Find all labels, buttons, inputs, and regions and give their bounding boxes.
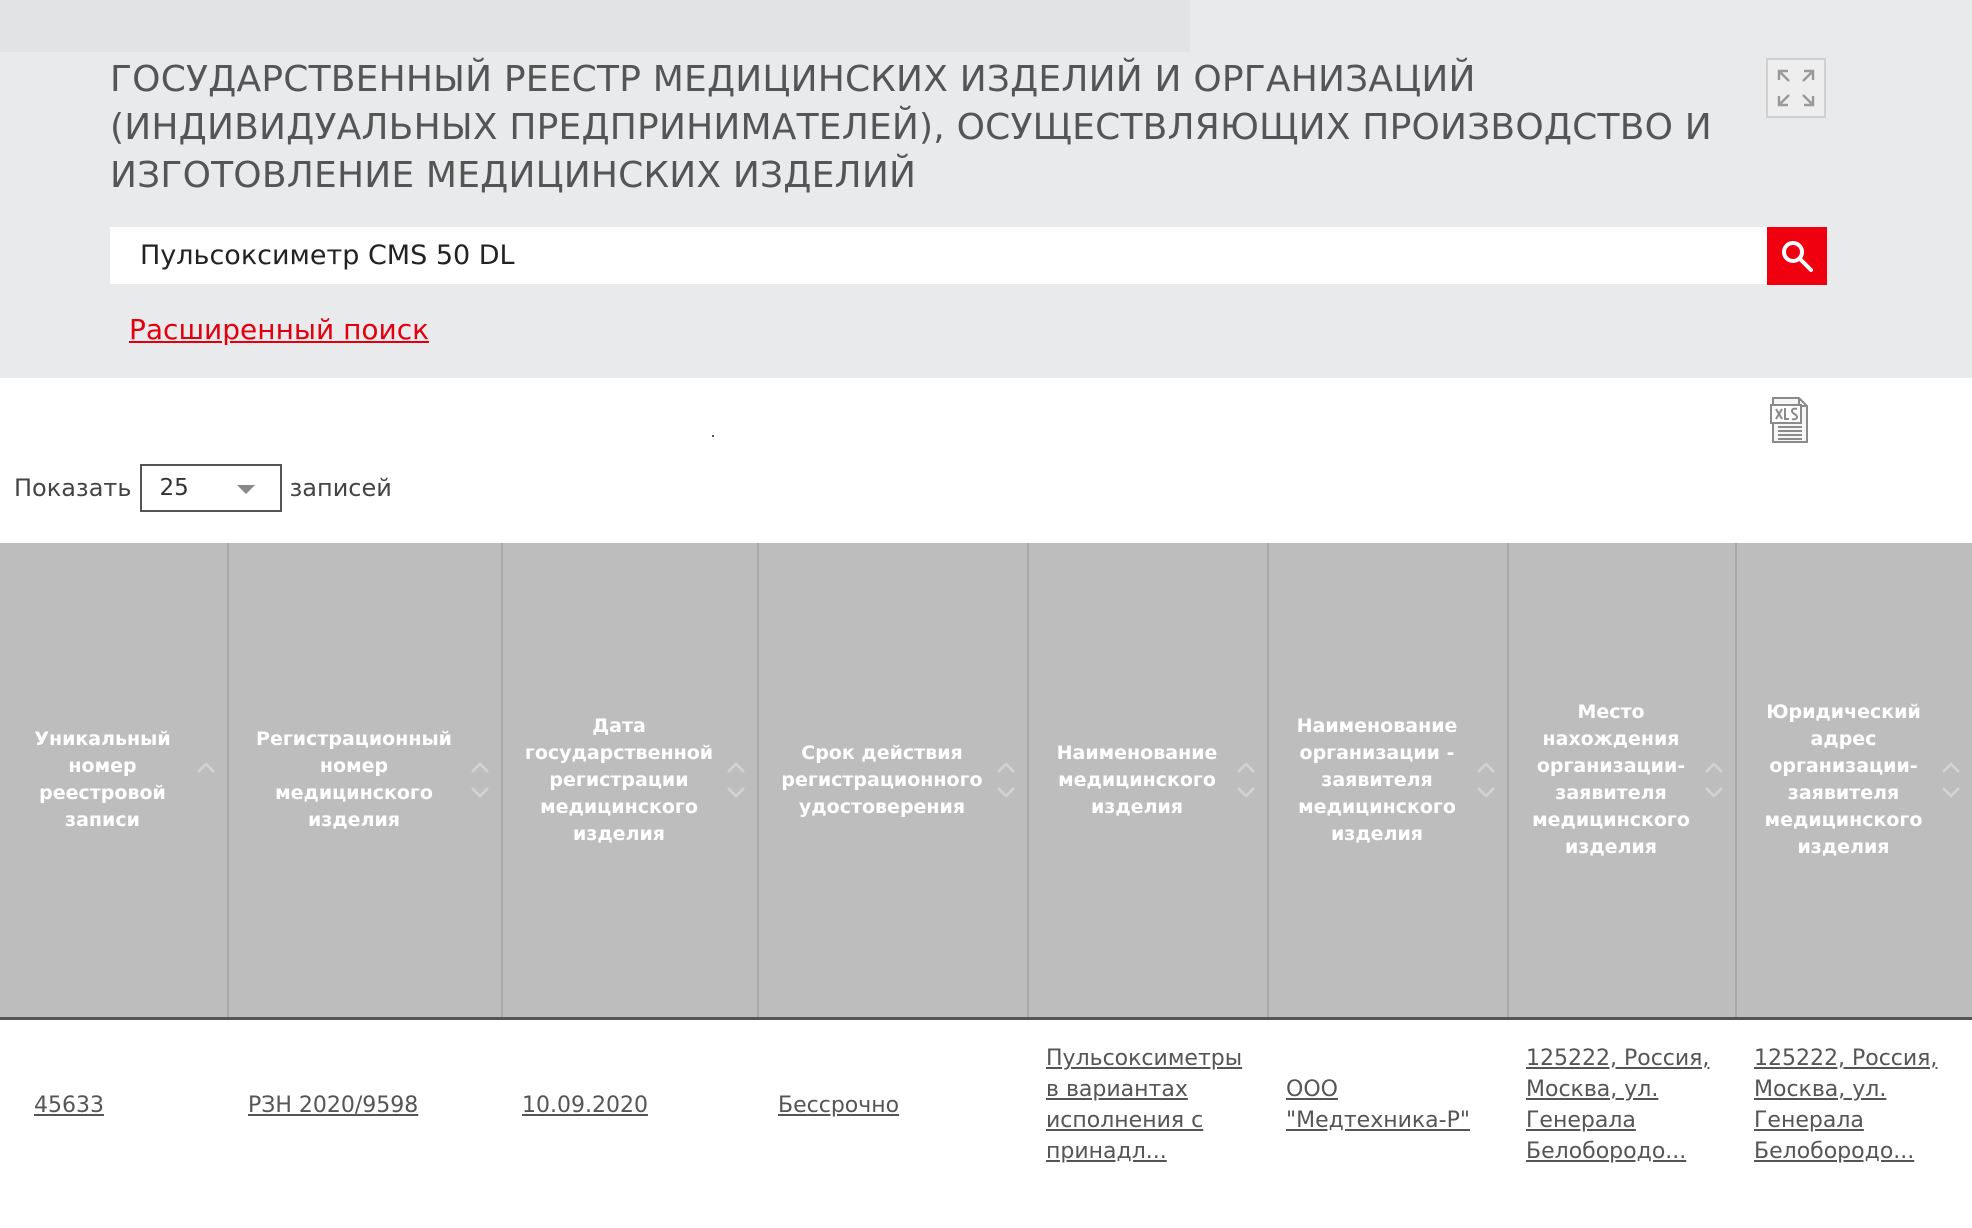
table-cell: Пульсоксиметры в вариантах исполнения с … [1028, 1018, 1268, 1190]
sort-icon [727, 762, 745, 798]
table-cell: Бессрочно [758, 1018, 1028, 1190]
table-cell: 10.09.2020 [502, 1018, 758, 1190]
fullscreen-icon [1777, 69, 1815, 107]
table-cell: 125222, Россия, Москва, ул. Генерала Бел… [1736, 1018, 1972, 1190]
sort-icon [1237, 762, 1255, 798]
record-number-link[interactable]: 45633 [34, 1093, 104, 1118]
column-header-label: Срок действия регистрационного удостовер… [781, 741, 983, 818]
search-icon [1782, 241, 1813, 272]
table-cell: 125222, Россия, Москва, ул. Генерала Бел… [1508, 1018, 1736, 1190]
column-header-registration-date[interactable]: Дата государственной регистрации медицин… [502, 543, 759, 1020]
registration-date-link[interactable]: 10.09.2020 [522, 1093, 648, 1118]
fullscreen-button[interactable] [1766, 58, 1826, 118]
page-title: ГОСУДАРСТВЕННЫЙ РЕЕСТР МЕДИЦИНСКИХ ИЗДЕЛ… [110, 56, 1712, 200]
registration-number-link[interactable]: РЗН 2020/9598 [248, 1093, 418, 1118]
validity-link[interactable]: Бессрочно [778, 1093, 899, 1118]
sort-icon [1477, 762, 1495, 798]
column-header-label: Дата государственной регистрации медицин… [524, 714, 714, 845]
applicant-location-link[interactable]: 125222, Россия, Москва, ул. Генерала Бел… [1526, 1046, 1709, 1164]
page-length-label: Показать [14, 474, 132, 502]
column-header-registration-number[interactable]: Регистрационный номер медицинского издел… [228, 543, 503, 1020]
table-row: 45633 РЗН 2020/9598 10.09.2020 Бессрочно… [0, 1018, 1972, 1190]
column-header-validity[interactable]: Срок действия регистрационного удостовер… [758, 543, 1029, 1020]
chevron-down-icon [236, 485, 255, 494]
table-header-row: Уникальный номер реестровой записи Регис… [0, 543, 1972, 1020]
page-length-suffix: записей [289, 474, 392, 502]
top-strip [0, 0, 1190, 52]
column-header-label: Место нахождения организации-заявителя м… [1532, 701, 1690, 858]
sort-icon [471, 762, 489, 798]
page-title-line: ГОСУДАРСТВЕННЫЙ РЕЕСТР МЕДИЦИНСКИХ ИЗДЕЛ… [110, 59, 1476, 100]
advanced-search-link[interactable]: Расширенный поиск [129, 313, 429, 346]
xls-export-icon[interactable] [1769, 396, 1811, 444]
search-button[interactable] [1767, 227, 1827, 285]
column-header-label: Уникальный номер реестровой записи [34, 728, 171, 831]
column-header-label: Наименование медицинского изделия [1056, 741, 1218, 818]
sort-asc-icon [197, 762, 215, 773]
device-name-link[interactable]: Пульсоксиметры в вариантах исполнения с … [1046, 1046, 1242, 1164]
column-header-label: Регистрационный номер медицинского издел… [256, 728, 452, 831]
registry-table: Уникальный номер реестровой записи Регис… [0, 543, 1972, 1190]
sort-icon [1942, 762, 1960, 798]
page-title-line: (ИНДИВИДУАЛЬНЫХ ПРЕДПРИНИМАТЕЛЕЙ), ОСУЩЕ… [110, 107, 1712, 148]
legal-address-link[interactable]: 125222, Россия, Москва, ул. Генерала Бел… [1754, 1046, 1937, 1164]
page-length-value: 25 [159, 475, 189, 501]
column-header-applicant-location[interactable]: Место нахождения организации-заявителя м… [1508, 543, 1737, 1020]
stray-dot [712, 435, 714, 437]
page-length-select[interactable]: 25 [139, 464, 282, 512]
column-header-legal-address[interactable]: Юридический адрес организации-заявителя … [1736, 543, 1972, 1020]
search-input[interactable] [110, 227, 1767, 284]
table-cell: ООО "Медтехника-Р" [1268, 1018, 1508, 1190]
table-cell: 45633 [0, 1018, 228, 1190]
applicant-name-link[interactable]: ООО "Медтехника-Р" [1286, 1077, 1470, 1133]
column-header-applicant-name[interactable]: Наименование организации - заявителя мед… [1268, 543, 1509, 1020]
column-header-label: Наименование организации - заявителя мед… [1296, 714, 1458, 845]
column-header-label: Юридический адрес организации-заявителя … [1764, 701, 1923, 858]
column-header-unique-number[interactable]: Уникальный номер реестровой записи [0, 543, 229, 1020]
sort-icon [997, 762, 1015, 798]
table-cell: РЗН 2020/9598 [228, 1018, 502, 1190]
sort-icon [1705, 762, 1723, 798]
page-length-control: Показать 25 записей [14, 464, 392, 512]
column-header-device-name[interactable]: Наименование медицинского изделия [1028, 543, 1269, 1020]
page-title-line: ИЗГОТОВЛЕНИЕ МЕДИЦИНСКИХ ИЗДЕЛИЙ [110, 155, 917, 196]
